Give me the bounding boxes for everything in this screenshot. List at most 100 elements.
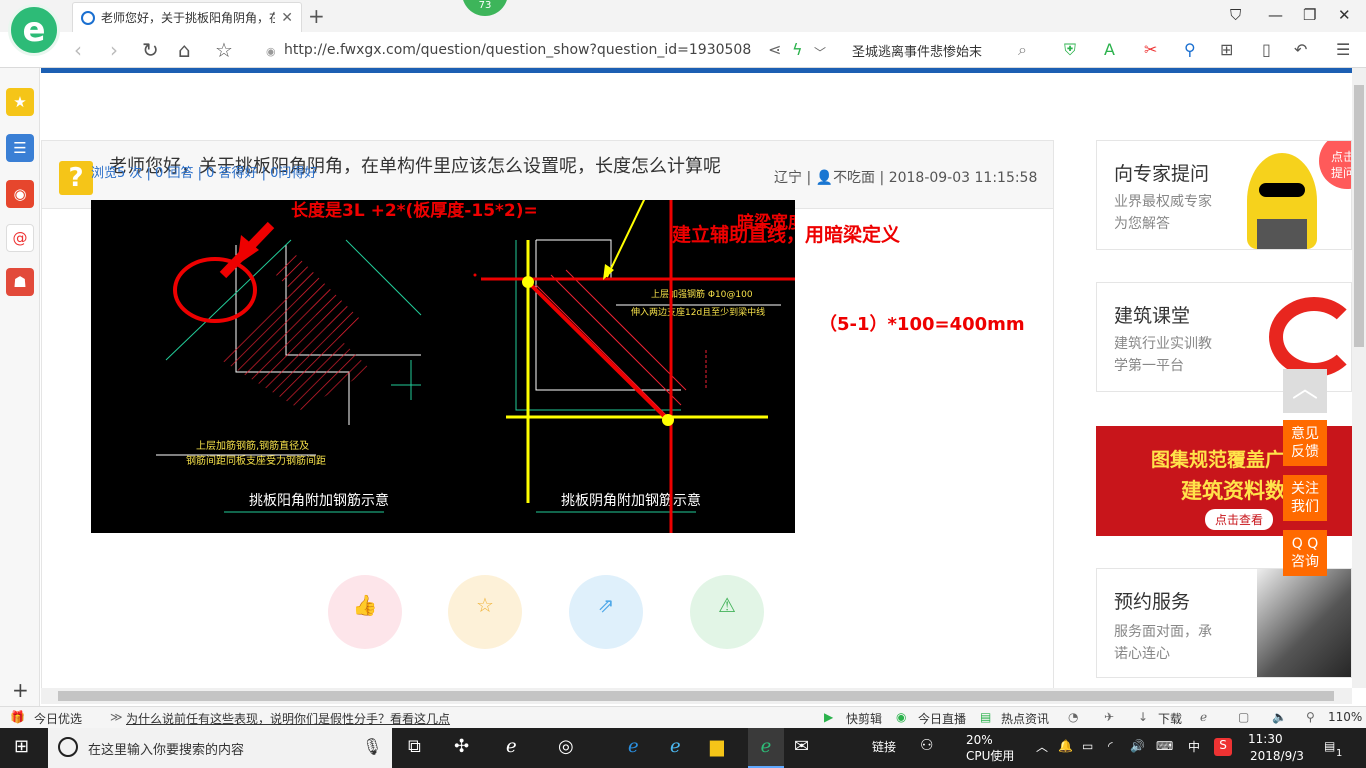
window-icon[interactable]: ▢ <box>1238 710 1249 724</box>
refresh-icon[interactable]: ↻ <box>142 38 159 62</box>
reading-list-icon[interactable]: ☰ <box>6 134 34 162</box>
horizontal-scroll-thumb[interactable] <box>58 691 1334 701</box>
quick-clip[interactable]: 快剪辑 <box>846 710 882 727</box>
mail-app-icon[interactable]: ✉ <box>794 736 809 757</box>
apps-icon[interactable]: ⊞ <box>1220 40 1233 59</box>
left-caption: 挑板阳角附加钢筋示意 <box>249 492 389 509</box>
restore-icon[interactable]: ❐ <box>1303 6 1316 24</box>
header-strip <box>41 68 1352 73</box>
weibo-icon[interactable]: ◉ <box>6 180 34 208</box>
wifi-icon[interactable]: ◜ <box>1108 739 1113 754</box>
volume-icon[interactable]: 🔈 <box>1272 710 1287 724</box>
mail-icon[interactable]: @ <box>6 224 34 252</box>
browser-logo-icon[interactable]: e <box>8 4 60 56</box>
service-card[interactable]: 预约服务 服务面对面，承 诺心连心 <box>1096 568 1352 678</box>
edge-icon[interactable]: ℯ <box>628 736 639 757</box>
search-icon[interactable]: ⌕ <box>1018 40 1027 60</box>
forward-icon[interactable]: › <box>110 38 118 62</box>
download-button[interactable]: 下载 <box>1158 710 1182 727</box>
shield-icon[interactable]: ⛨ <box>1064 40 1076 60</box>
ie-mode-icon[interactable]: ℯ <box>1200 710 1207 724</box>
links-toolbar[interactable]: 链接 <box>872 740 896 755</box>
search-input[interactable]: 圣城逃离事件悲惨始末 <box>852 41 982 60</box>
game-icon[interactable]: ☗ <box>6 268 34 296</box>
qq-consult-button[interactable]: Q Q 咨询 <box>1283 530 1327 576</box>
zoom-level[interactable]: 110% <box>1328 710 1362 724</box>
good-question-button[interactable]: ☆ <box>448 575 522 649</box>
fan-app-icon[interactable]: ✣ <box>454 736 469 757</box>
like-button[interactable]: 👍 <box>328 575 402 649</box>
speaker-icon[interactable]: 🔊 <box>1130 739 1145 754</box>
windows-start-icon[interactable]: ⊞ <box>14 736 29 757</box>
favorites-icon[interactable]: ★ <box>6 88 34 116</box>
browser-taskbar-icon[interactable]: ℯ <box>506 736 517 757</box>
notification-center-icon[interactable]: ▤ <box>1324 739 1335 754</box>
zoom-icon[interactable]: ⚲ <box>1306 710 1315 724</box>
region[interactable]: 辽宁 <box>774 170 802 186</box>
ie-icon[interactable]: ℯ <box>670 736 681 757</box>
ask-expert-card[interactable]: 向专家提问 业界最权威专家 为您解答 点击提问 <box>1096 140 1352 250</box>
username[interactable]: 不吃面 <box>833 170 875 186</box>
minimize-icon[interactable]: — <box>1268 6 1283 24</box>
bookmark-star-icon[interactable]: ☆ <box>215 38 233 62</box>
share-button[interactable]: ⇗ <box>569 575 643 649</box>
aux-line-note: 建立辅助直线，用暗梁定义 <box>672 224 901 246</box>
headline-link[interactable]: 为什么说前任有这些表现，说明你们是假性分手？看看这几点 <box>126 710 450 727</box>
today-live[interactable]: 今日直播 <box>918 710 966 727</box>
sogou-ime-icon[interactable]: S <box>1214 738 1232 756</box>
new-tab-icon[interactable]: + <box>308 4 325 28</box>
translate-icon[interactable]: A <box>1104 40 1115 59</box>
ask-bubble[interactable]: 点击提问 <box>1319 141 1351 189</box>
app-swirl-icon[interactable]: ◎ <box>558 736 574 757</box>
star-icon: ☆ <box>476 593 494 617</box>
tray-chevron-icon[interactable]: ︿ <box>1036 740 1048 755</box>
address-input[interactable]: http://e.fwxgx.com/question/question_sho… <box>284 42 751 58</box>
battery-icon[interactable]: ▭ <box>1082 739 1093 754</box>
task-view-icon[interactable]: ⧉ <box>408 736 421 757</box>
today-picks[interactable]: 今日优选 <box>34 710 82 727</box>
promo-button[interactable]: 点击查看 <box>1205 509 1274 530</box>
close-window-icon[interactable]: ✕ <box>1338 6 1351 24</box>
report-button[interactable]: ⚠ <box>690 575 764 649</box>
navigation-bar: ‹ › ↻ ⌂ ☆ ◉ http://e.fwxgx.com/question/… <box>0 32 1366 68</box>
menu-icon[interactable]: ☰ <box>1336 40 1350 59</box>
vertical-scroll-thumb[interactable] <box>1354 85 1364 347</box>
close-tab-icon[interactable]: ✕ <box>281 10 293 26</box>
people-icon[interactable]: ⚇ <box>920 738 933 753</box>
clock-time[interactable]: 11:30 <box>1248 732 1283 747</box>
feedback-button[interactable]: 意见 反馈 <box>1283 420 1327 466</box>
speed-icon[interactable]: ◔ <box>1068 710 1078 724</box>
chevron-icon: ≫ <box>110 710 123 724</box>
scissors-icon[interactable]: ✂ <box>1144 40 1157 59</box>
keyboard-icon[interactable]: ⌨ <box>1156 739 1173 754</box>
clock-date[interactable]: 2018/9/3 <box>1250 749 1304 764</box>
back-icon[interactable]: ‹ <box>74 38 82 62</box>
lightning-icon[interactable]: ϟ <box>792 40 803 59</box>
reading-icon[interactable]: ▯ <box>1262 40 1271 59</box>
dropdown-icon[interactable]: ﹀ <box>814 44 826 61</box>
browser-tab[interactable]: 老师您好，关于挑板阳角阴角，在 ✕ <box>72 2 302 32</box>
follow-button[interactable]: 关注 我们 <box>1283 475 1327 521</box>
active-browser-icon[interactable]: ℯ <box>748 728 784 768</box>
microphone-icon[interactable]: 🎙 <box>362 737 382 756</box>
file-explorer-icon[interactable]: ▆ <box>710 736 724 757</box>
pin-icon[interactable]: ✈ <box>1104 710 1114 724</box>
service-desc-2: 诺心连心 <box>1114 646 1170 662</box>
add-sidebar-icon[interactable]: + <box>12 678 29 702</box>
taskbar-search[interactable]: 在这里输入你要搜索的内容 🎙 <box>48 728 392 768</box>
find-icon[interactable]: ⚲ <box>1184 40 1196 59</box>
hot-news[interactable]: 热点资讯 <box>1001 710 1049 727</box>
question-image[interactable]: 上层加筋钢筋,钢筋直径及 钢筋间距同板支座受力钢筋间距 挑板阳角附加钢筋示意 长… <box>91 200 795 533</box>
skin-icon[interactable]: ⛉ <box>1230 6 1241 24</box>
share-icon[interactable]: ⋖ <box>768 40 781 59</box>
back-to-top-button[interactable]: ︿ <box>1283 369 1327 413</box>
ime-indicator[interactable]: 中 <box>1188 740 1200 755</box>
undo-icon[interactable]: ↶ <box>1294 40 1307 59</box>
left-note-2: 钢筋间距同板支座受力钢筋间距 <box>186 454 326 467</box>
site-info-icon[interactable]: ◉ <box>266 45 276 58</box>
home-icon[interactable]: ⌂ <box>178 38 191 62</box>
left-drawing: 上层加筋钢筋,钢筋直径及 钢筋间距同板支座受力钢筋间距 挑板阳角附加钢筋示意 长… <box>156 200 538 513</box>
score-badge[interactable]: 73 <box>462 0 508 16</box>
tray-bell-icon[interactable]: 🔔 <box>1058 739 1073 754</box>
snap-point-2 <box>662 414 674 426</box>
